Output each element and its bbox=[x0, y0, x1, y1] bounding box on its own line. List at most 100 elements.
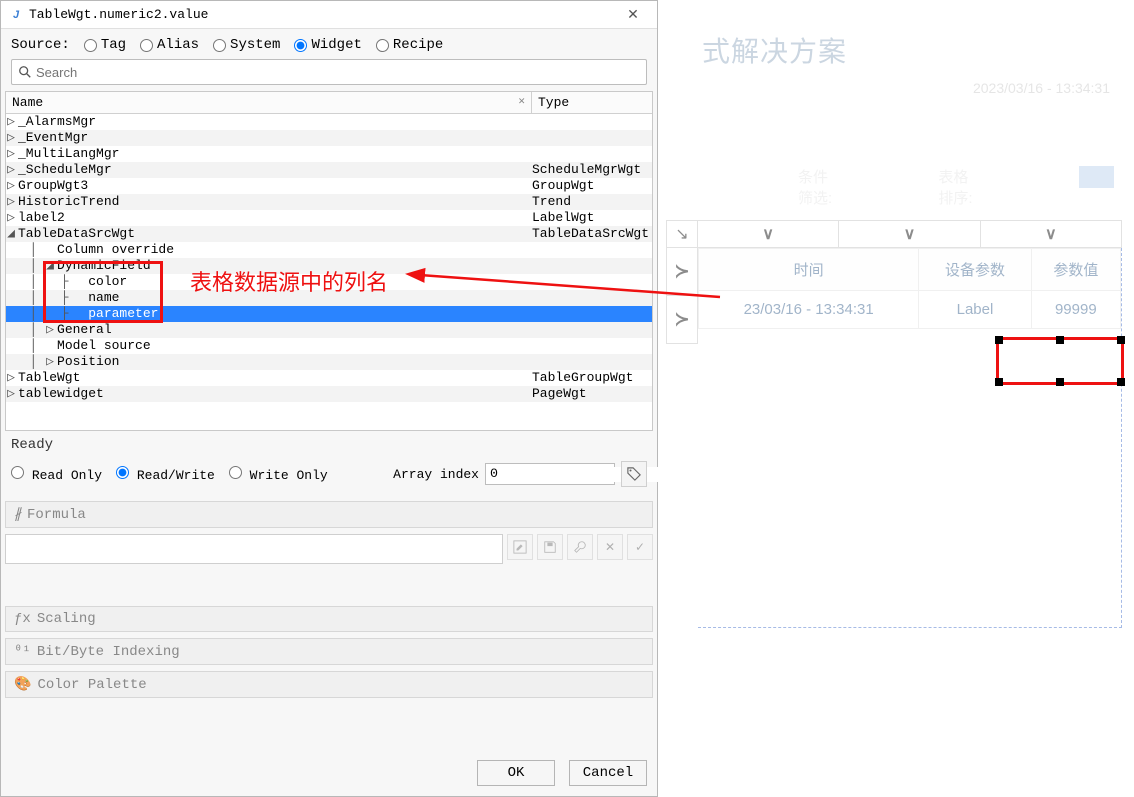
formula-edit-button[interactable] bbox=[507, 534, 533, 560]
search-input[interactable] bbox=[36, 65, 640, 80]
expander-icon[interactable]: ▷ bbox=[6, 130, 16, 146]
section-palette: 🎨 Color Palette bbox=[5, 671, 653, 698]
radio-write-only[interactable]: Write Only bbox=[229, 466, 328, 483]
readwrite-bar: Read Only Read/Write Write Only Array in… bbox=[1, 457, 657, 495]
tree-row[interactable]: │ Model source bbox=[6, 338, 652, 354]
close-column-icon[interactable]: ✕ bbox=[518, 94, 525, 108]
formula-input[interactable] bbox=[5, 534, 503, 564]
radio-read-only[interactable]: Read Only bbox=[11, 466, 102, 483]
tag-link-button[interactable] bbox=[621, 461, 647, 487]
tree-row[interactable]: │ ├ parameter bbox=[6, 306, 652, 322]
tag-icon bbox=[627, 467, 641, 481]
source-bar: Source: Tag Alias System Widget Recipe bbox=[1, 29, 657, 59]
designer-surface: ↘ ∨ ∨ ∨ ≻ ≻ 时间 设备参数 参数值 2 bbox=[658, 220, 1134, 628]
expander-icon[interactable]: ▷ bbox=[6, 146, 16, 162]
tree-header-type[interactable]: Type bbox=[532, 92, 652, 113]
expander-icon[interactable]: ◢ bbox=[45, 258, 55, 274]
col-tick[interactable]: ∨ bbox=[698, 220, 839, 248]
tree-row[interactable]: │ ├ name bbox=[6, 290, 652, 306]
ok-button[interactable]: OK bbox=[477, 760, 555, 786]
tree-row[interactable]: │ ◢DynamicField bbox=[6, 258, 652, 274]
search-bar bbox=[1, 59, 657, 91]
cell-value[interactable]: 99999 bbox=[1031, 291, 1120, 329]
cell-param: Label bbox=[919, 291, 1031, 329]
scaling-icon: ƒx bbox=[14, 611, 31, 627]
tree-row[interactable]: ▷GroupWgt3GroupWgt bbox=[6, 178, 652, 194]
source-radio-alias[interactable]: Alias bbox=[140, 37, 199, 53]
tree-row[interactable]: ▷label2LabelWgt bbox=[6, 210, 652, 226]
tree-row[interactable]: │ ▷Position bbox=[6, 354, 652, 370]
pencil-box-icon bbox=[513, 540, 527, 554]
tree-row[interactable]: │ ▷General bbox=[6, 322, 652, 338]
column-ruler: ↘ ∨ ∨ ∨ bbox=[666, 220, 1122, 248]
section-bitbyte-head[interactable]: ⁰¹ Bit/Byte Indexing bbox=[5, 638, 653, 665]
wrench-icon bbox=[573, 540, 587, 554]
tree-body[interactable]: ▷_AlarmsMgr▷_EventMgr▷_MultiLangMgr▷_Sch… bbox=[6, 114, 652, 430]
radio-read-write[interactable]: Read/Write bbox=[116, 466, 215, 483]
floppy-icon bbox=[543, 540, 557, 554]
designer-background: 式解决方案 2023/03/16 - 13:34:31 条件筛选: 表格排序: … bbox=[658, 0, 1134, 797]
expander-icon[interactable]: ▷ bbox=[6, 210, 16, 226]
expander-icon[interactable]: ▷ bbox=[6, 194, 16, 210]
th-time: 时间 bbox=[699, 249, 919, 291]
search-box[interactable] bbox=[11, 59, 647, 85]
tree-row[interactable]: ▷_EventMgr bbox=[6, 130, 652, 146]
expander-icon[interactable]: ▷ bbox=[45, 354, 55, 370]
bitbyte-icon: ⁰¹ bbox=[14, 643, 31, 660]
row-tick[interactable]: ≻ bbox=[666, 296, 698, 344]
search-icon bbox=[18, 65, 32, 79]
tag-browser-dialog: J TableWgt.numeric2.value ✕ Source: Tag … bbox=[0, 0, 658, 797]
formula-save-button[interactable] bbox=[537, 534, 563, 560]
section-scaling-head[interactable]: ƒx Scaling bbox=[5, 606, 653, 632]
dialog-button-bar: OK Cancel bbox=[1, 750, 657, 796]
tree-header: Name✕ Type bbox=[6, 92, 652, 114]
expander-icon[interactable]: ▷ bbox=[45, 322, 55, 338]
app-logo-icon: J bbox=[9, 8, 23, 22]
select-all-corner[interactable]: ↘ bbox=[666, 220, 698, 248]
th-value: 参数值 bbox=[1031, 249, 1120, 291]
filter-label: 条件筛选: bbox=[798, 166, 838, 208]
expander-icon[interactable]: ◢ bbox=[6, 226, 16, 242]
status-text: Ready bbox=[1, 431, 657, 457]
tree-header-name[interactable]: Name✕ bbox=[6, 92, 532, 113]
cancel-button[interactable]: Cancel bbox=[569, 760, 647, 786]
sort-label: 表格排序: bbox=[938, 166, 978, 208]
array-index-stepper[interactable]: ▲▼ bbox=[485, 463, 615, 485]
expander-icon[interactable]: ▷ bbox=[6, 114, 16, 130]
expander-icon[interactable]: ▷ bbox=[6, 162, 16, 178]
source-radio-recipe[interactable]: Recipe bbox=[376, 37, 443, 53]
titlebar: J TableWgt.numeric2.value ✕ bbox=[1, 1, 657, 29]
source-radio-widget[interactable]: Widget bbox=[294, 37, 361, 53]
formula-apply-button[interactable]: ✓ bbox=[627, 534, 653, 560]
tree-row[interactable]: ▷_AlarmsMgr bbox=[6, 114, 652, 130]
expander-icon[interactable]: ▷ bbox=[6, 370, 16, 386]
table-row: 23/03/16 - 13:34:31 Label 99999 bbox=[699, 291, 1121, 329]
tree-row[interactable]: ▷tablewidgetPageWgt bbox=[6, 386, 652, 402]
formula-clear-button[interactable]: ✕ bbox=[597, 534, 623, 560]
section-palette-head[interactable]: 🎨 Color Palette bbox=[5, 671, 653, 698]
tree-row[interactable]: ▷_ScheduleMgrScheduleMgrWgt bbox=[6, 162, 652, 178]
expander-icon[interactable]: ▷ bbox=[6, 386, 16, 402]
tree-row[interactable]: ◢TableDataSrcWgtTableDataSrcWgt bbox=[6, 226, 652, 242]
col-tick[interactable]: ∨ bbox=[981, 220, 1122, 248]
tree-row[interactable]: ▷HistoricTrendTrend bbox=[6, 194, 652, 210]
tree-row[interactable]: ▷_MultiLangMgr bbox=[6, 146, 652, 162]
tree-view: Name✕ Type ▷_AlarmsMgr▷_EventMgr▷_MultiL… bbox=[5, 91, 653, 431]
source-radio-tag[interactable]: Tag bbox=[84, 37, 126, 53]
row-gutter: ≻ ≻ bbox=[666, 248, 698, 628]
section-formula-head[interactable]: ∦ Formula bbox=[5, 501, 653, 528]
expander-icon[interactable]: ▷ bbox=[6, 178, 16, 194]
page-title: 式解决方案 bbox=[658, 0, 1134, 80]
tree-row[interactable]: │ ├ color bbox=[6, 274, 652, 290]
tree-row[interactable]: │ Column override bbox=[6, 242, 652, 258]
section-scaling: ƒx Scaling bbox=[5, 606, 653, 632]
col-tick[interactable]: ∨ bbox=[839, 220, 980, 248]
formula-wrench-button[interactable] bbox=[567, 534, 593, 560]
canvas[interactable]: 时间 设备参数 参数值 23/03/16 - 13:34:31 Label 99… bbox=[698, 248, 1122, 628]
tree-row[interactable]: ▷TableWgtTableGroupWgt bbox=[6, 370, 652, 386]
source-radio-system[interactable]: System bbox=[213, 37, 280, 53]
formula-row: ✕ ✓ bbox=[5, 534, 653, 564]
row-tick[interactable]: ≻ bbox=[666, 248, 698, 296]
close-button[interactable]: ✕ bbox=[617, 5, 649, 25]
preview-table: 时间 设备参数 参数值 23/03/16 - 13:34:31 Label 99… bbox=[698, 248, 1121, 329]
